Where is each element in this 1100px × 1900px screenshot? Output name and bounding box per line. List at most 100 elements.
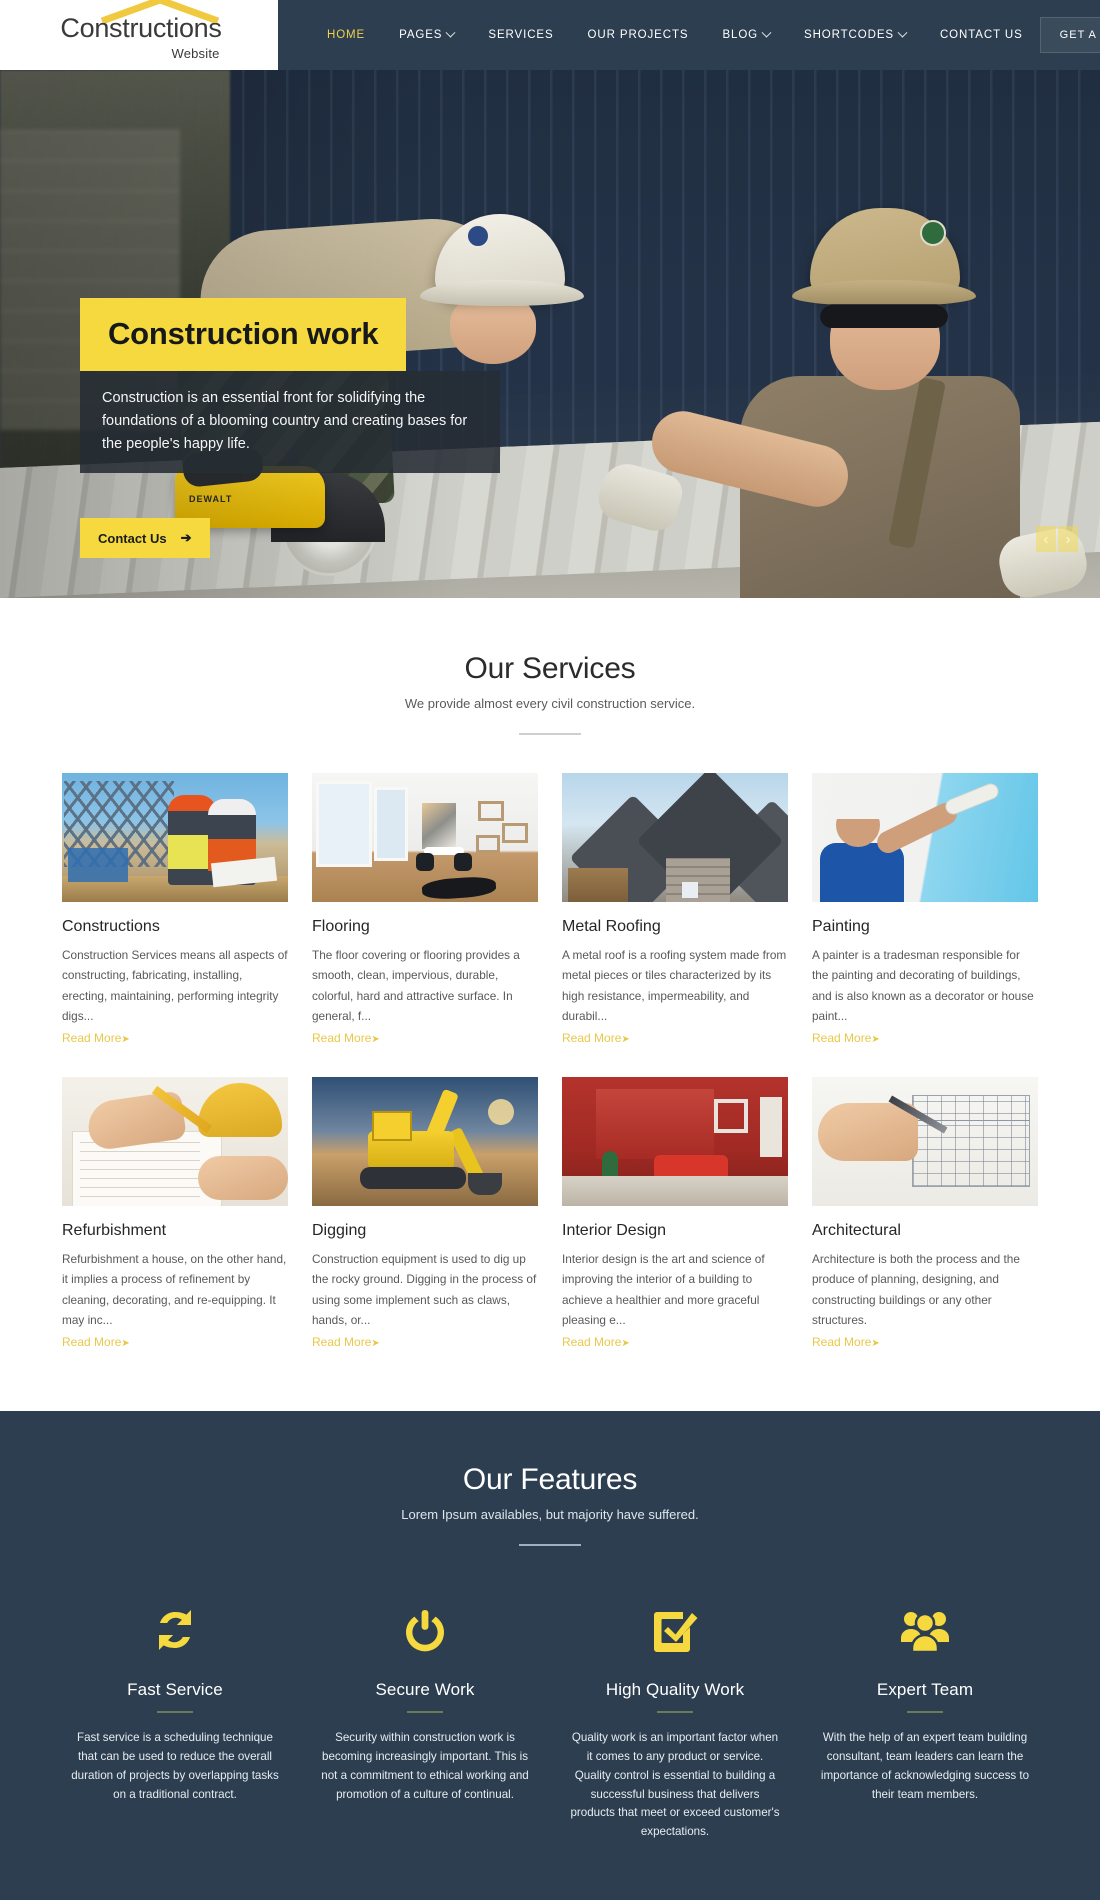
- read-more-link[interactable]: Read More➤: [62, 1031, 130, 1045]
- logo-sub-text: Website: [171, 46, 220, 61]
- service-title: Flooring: [312, 918, 370, 935]
- refresh-cycle-icon: [62, 1602, 288, 1658]
- feature-item: Expert Team With the help of an expert t…: [812, 1602, 1038, 1842]
- features-title: Our Features: [462, 1463, 638, 1497]
- service-description: Construction Services means all aspects …: [62, 948, 288, 1023]
- hero-text-block: Construction work Construction is an ess…: [80, 298, 500, 474]
- nav-label: PAGES: [399, 29, 443, 41]
- read-more-link[interactable]: Read More➤: [312, 1031, 380, 1045]
- painter-with-roller-image[interactable]: [812, 773, 1038, 902]
- services-grid: Constructions Construction Services mean…: [50, 773, 1050, 1351]
- architect-sketching-house-image[interactable]: [812, 1077, 1038, 1207]
- users-group-icon: [812, 1602, 1038, 1658]
- hero-cta-label: Contact Us: [98, 530, 167, 546]
- features-subtitle: Lorem Ipsum availables, but majority hav…: [401, 1507, 699, 1523]
- features-section: Our Features Lorem Ipsum availables, but…: [0, 1411, 1100, 1900]
- service-description: A painter is a tradesman responsible for…: [812, 948, 1034, 1023]
- slider-next-button[interactable]: ›: [1058, 526, 1078, 552]
- service-description: A metal roof is a roofing system made fr…: [562, 948, 787, 1023]
- service-card: Constructions Construction Services mean…: [62, 773, 288, 1047]
- nav-label: SHORTCODES: [804, 29, 894, 41]
- service-card: Metal Roofing A metal roof is a roofing …: [562, 773, 788, 1047]
- nav-item-blog[interactable]: BLOG: [705, 0, 787, 70]
- nav-label: OUR PROJECTS: [587, 29, 689, 41]
- read-more-link[interactable]: Read More➤: [562, 1335, 630, 1349]
- arrow-right-icon: ➤: [371, 1034, 380, 1046]
- services-section: Our Services We provide almost every civ…: [0, 598, 1100, 1412]
- feature-title: Fast Service: [127, 1680, 223, 1700]
- main-navigation: HOME PAGES SERVICES OUR PROJECTS BLOG SH…: [280, 0, 1040, 70]
- read-more-link[interactable]: Read More➤: [62, 1335, 130, 1349]
- read-more-label: Read More: [312, 1335, 372, 1350]
- feature-divider: [907, 1711, 943, 1714]
- hero-title: Construction work: [80, 298, 407, 371]
- service-description: Architecture is both the process and the…: [812, 1252, 1020, 1327]
- feature-title: Secure Work: [375, 1680, 475, 1700]
- feature-item: Secure Work Security within construction…: [312, 1602, 538, 1842]
- features-grid: Fast Service Fast service is a schedulin…: [50, 1602, 1050, 1842]
- nav-item-shortcodes[interactable]: SHORTCODES: [787, 0, 923, 70]
- service-title: Interior Design: [562, 1222, 667, 1240]
- arrow-right-icon: ➤: [871, 1034, 880, 1046]
- arrow-right-icon: ➤: [121, 1338, 130, 1350]
- read-more-label: Read More: [312, 1031, 372, 1046]
- read-more-link[interactable]: Read More➤: [812, 1335, 880, 1349]
- service-card: Architectural Architecture is both the p…: [812, 1077, 1038, 1351]
- interior-room-flooring-image[interactable]: [312, 773, 538, 902]
- read-more-label: Read More: [812, 1031, 872, 1046]
- feature-item: Fast Service Fast service is a schedulin…: [62, 1602, 288, 1842]
- site-header: Constructions Website HOME PAGES SERVICE…: [0, 0, 1100, 70]
- feature-description: Fast service is a scheduling technique t…: [71, 1731, 279, 1801]
- metal-roof-gables-image[interactable]: [562, 773, 788, 902]
- read-more-label: Read More: [62, 1031, 122, 1046]
- feature-description: With the help of an expert team building…: [820, 1731, 1030, 1801]
- service-title: Metal Roofing: [562, 918, 661, 935]
- chevron-down-icon: [445, 27, 456, 38]
- service-description: Interior design is the art and science o…: [562, 1252, 765, 1327]
- nav-label: HOME: [327, 29, 366, 41]
- slider-prev-button[interactable]: ‹: [1036, 526, 1056, 552]
- nav-item-contact-us[interactable]: CONTACT US: [923, 0, 1040, 70]
- service-title: Architectural: [812, 1222, 901, 1240]
- read-more-label: Read More: [62, 1335, 122, 1350]
- blueprint-drawing-hands-image[interactable]: [62, 1077, 288, 1207]
- service-card: Interior Design Interior design is the a…: [562, 1077, 788, 1351]
- arrow-right-icon: ➤: [621, 1034, 630, 1046]
- arrow-right-icon: ➤: [871, 1338, 880, 1350]
- nav-item-pages[interactable]: PAGES: [382, 0, 471, 70]
- service-title: Constructions: [62, 918, 160, 935]
- feature-title: Expert Team: [876, 1680, 974, 1700]
- hero-slider: DEWALT Construction work Construction is…: [0, 70, 1100, 598]
- nav-item-services[interactable]: SERVICES: [471, 0, 570, 70]
- feature-description: Quality work is an important factor when…: [570, 1731, 780, 1839]
- red-living-room-image[interactable]: [562, 1077, 788, 1207]
- slider-navigation: ‹ ›: [1036, 526, 1078, 552]
- nav-label: SERVICES: [488, 29, 554, 41]
- site-logo[interactable]: Constructions Website: [0, 0, 280, 70]
- chevron-down-icon: [761, 27, 772, 38]
- excavator-at-sunset-image[interactable]: [312, 1077, 538, 1207]
- read-more-label: Read More: [562, 1031, 622, 1046]
- construction-site-workers-image[interactable]: [62, 773, 288, 902]
- arrow-right-icon: ➤: [121, 1034, 130, 1046]
- feature-divider: [407, 1711, 443, 1714]
- service-title: Refurbishment: [62, 1222, 167, 1240]
- nav-item-our-projects[interactable]: OUR PROJECTS: [571, 0, 706, 70]
- hero-description: Construction is an essential front for s…: [80, 371, 500, 474]
- read-more-label: Read More: [562, 1335, 622, 1350]
- feature-divider: [657, 1711, 693, 1714]
- read-more-link[interactable]: Read More➤: [562, 1031, 630, 1045]
- nav-item-home[interactable]: HOME: [310, 0, 382, 70]
- services-title: Our Services: [464, 652, 636, 685]
- nav-label: BLOG: [722, 29, 759, 41]
- service-card: Painting A painter is a tradesman respon…: [812, 773, 1038, 1047]
- read-more-link[interactable]: Read More➤: [812, 1031, 880, 1045]
- check-square-icon: [562, 1602, 788, 1658]
- power-button-icon: [312, 1602, 538, 1658]
- service-title: Digging: [312, 1222, 367, 1240]
- section-divider: [519, 733, 581, 735]
- hero-contact-us-button[interactable]: Contact Us ➔: [80, 518, 210, 558]
- read-more-link[interactable]: Read More➤: [312, 1335, 380, 1349]
- get-a-quote-button[interactable]: GET A QUOTE: [1039, 17, 1100, 53]
- service-card: Digging Construction equipment is used t…: [312, 1077, 538, 1351]
